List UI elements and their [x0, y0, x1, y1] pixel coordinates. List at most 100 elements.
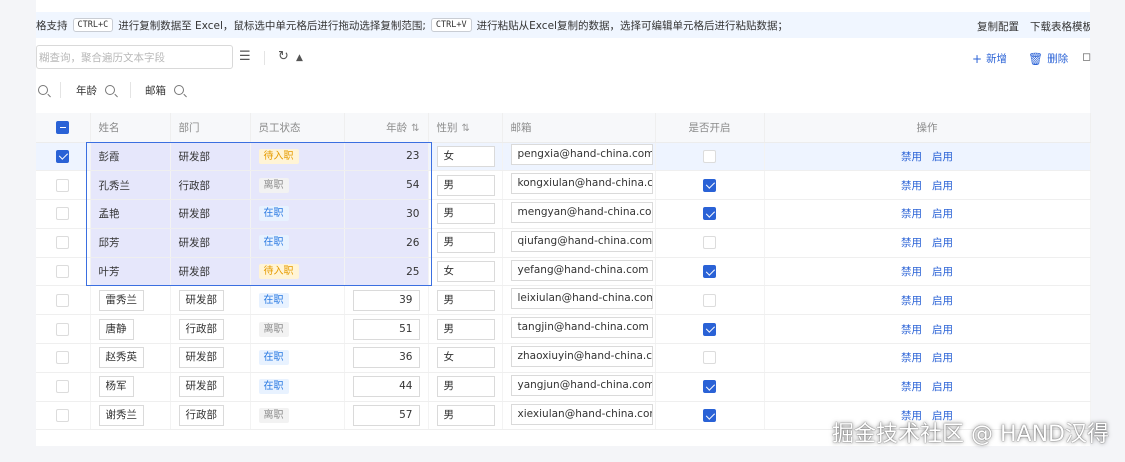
enable-button[interactable]: 启用: [932, 381, 953, 393]
row-checkbox[interactable]: [56, 178, 70, 192]
email-cell[interactable]: pengxia@hand-china.com: [502, 142, 656, 172]
enabled-cell[interactable]: [655, 343, 765, 373]
dept-cell[interactable]: 研发部: [170, 142, 251, 172]
table-row[interactable]: 邱芳 研发部 在职 26 男 qiufang@hand-china.com 禁用 启用: [36, 228, 1091, 258]
dept-cell[interactable]: 行政部: [170, 170, 251, 201]
dept-cell[interactable]: 行政部: [170, 314, 251, 345]
name-editor[interactable]: 谢秀兰: [98, 405, 144, 427]
enabled-cell[interactable]: [655, 142, 765, 172]
copy-config-link[interactable]: 复制配置: [977, 19, 1019, 34]
gender-editor[interactable]: 男: [436, 318, 495, 340]
age-cell[interactable]: 26: [344, 228, 429, 258]
row-select-cell[interactable]: [36, 343, 91, 373]
enabled-cell[interactable]: [655, 199, 765, 229]
gender-editor[interactable]: 男: [436, 232, 495, 254]
row-checkbox[interactable]: [56, 380, 70, 394]
name-editor[interactable]: 赵秀英: [98, 347, 144, 369]
col-age[interactable]: 年龄 ⇅: [344, 113, 429, 143]
enabled-checkbox[interactable]: [703, 351, 716, 365]
dept-editor[interactable]: 研发部: [178, 347, 224, 369]
age-editor[interactable]: 36: [352, 347, 420, 369]
name-editor[interactable]: 唐静: [98, 318, 134, 340]
age-cell[interactable]: 44: [344, 372, 429, 402]
table-row[interactable]: 彭霞 研发部 待入职 23 女 pengxia@hand-china.com 禁用 启用: [36, 142, 1091, 172]
name-cell[interactable]: 叶芳: [90, 257, 171, 287]
age-editor[interactable]: 44: [352, 376, 420, 398]
gender-editor[interactable]: 男: [436, 289, 495, 311]
row-select-cell[interactable]: [36, 142, 91, 172]
email-cell[interactable]: qiufang@hand-china.com: [502, 228, 656, 258]
gender-cell[interactable]: 男: [428, 228, 503, 258]
status-cell[interactable]: 在职: [250, 343, 345, 373]
email-cell[interactable]: xiexiulan@hand-china.com: [502, 401, 656, 431]
enabled-cell[interactable]: [655, 170, 765, 201]
email-cell[interactable]: mengyan@hand-china.com: [502, 199, 656, 229]
filter-age[interactable]: 年龄: [76, 80, 115, 100]
status-cell[interactable]: 待入职: [250, 142, 345, 172]
disable-button[interactable]: 禁用: [901, 295, 922, 307]
gender-editor[interactable]: 男: [436, 376, 495, 398]
gender-editor[interactable]: 女: [436, 145, 495, 167]
delete-button[interactable]: 🗑 删除: [1028, 51, 1068, 66]
enabled-cell[interactable]: [655, 372, 765, 402]
age-cell[interactable]: 54: [344, 170, 429, 201]
enable-button[interactable]: 启用: [932, 352, 953, 364]
enabled-checkbox[interactable]: [703, 207, 716, 221]
row-checkbox[interactable]: [56, 207, 70, 221]
enabled-checkbox[interactable]: [703, 322, 716, 336]
row-checkbox[interactable]: [56, 265, 70, 279]
filter-email[interactable]: 邮箱: [145, 80, 184, 100]
disable-button[interactable]: 禁用: [901, 237, 922, 249]
table-row[interactable]: 赵秀英 研发部 在职 36 女 zhaoxiuyin@hand-china.com 禁用启用: [36, 343, 1091, 373]
enable-button[interactable]: 启用: [932, 266, 953, 278]
dept-cell[interactable]: 研发部: [170, 228, 251, 258]
email-cell[interactable]: leixiulan@hand-china.com: [502, 285, 656, 316]
email-editor[interactable]: yefang@hand-china.com: [510, 259, 653, 281]
age-cell[interactable]: 39: [344, 285, 429, 316]
row-select-cell[interactable]: [36, 170, 91, 201]
enable-button[interactable]: 启用: [932, 237, 953, 249]
enabled-cell[interactable]: [655, 228, 765, 258]
table-row[interactable]: 杨军 研发部 在职 44 男 yangjun@hand-china.com 禁用 启用: [36, 372, 1091, 402]
name-cell[interactable]: 杨军: [90, 372, 171, 402]
email-editor[interactable]: zhaoxiuyin@hand-china.com: [510, 345, 653, 367]
email-editor[interactable]: pengxia@hand-china.com: [510, 144, 653, 166]
name-cell[interactable]: 孔秀兰: [90, 170, 171, 201]
status-cell[interactable]: 离职: [250, 401, 345, 431]
dept-cell[interactable]: 研发部: [170, 372, 251, 402]
gender-cell[interactable]: 男: [428, 170, 503, 201]
age-cell[interactable]: 25: [344, 257, 429, 287]
col-gender[interactable]: 性别 ⇅: [428, 113, 503, 143]
disable-button[interactable]: 禁用: [901, 208, 922, 220]
age-cell[interactable]: 51: [344, 314, 429, 345]
name-cell[interactable]: 雷秀兰: [90, 285, 171, 316]
enabled-cell[interactable]: [655, 285, 765, 316]
table-row[interactable]: 唐静 行政部 离职 51 男 tangjin@hand-china.com 禁用 启用: [36, 314, 1091, 345]
age-cell[interactable]: 57: [344, 401, 429, 431]
select-all-checkbox[interactable]: [56, 120, 70, 134]
enabled-cell[interactable]: [655, 401, 765, 431]
dept-cell[interactable]: 研发部: [170, 343, 251, 373]
row-select-cell[interactable]: [36, 372, 91, 402]
email-editor[interactable]: qiufang@hand-china.com: [510, 230, 653, 252]
enabled-checkbox[interactable]: [703, 293, 716, 307]
enable-button[interactable]: 启用: [932, 295, 953, 307]
download-template-link[interactable]: 下载表格模板: [1030, 19, 1090, 34]
name-cell[interactable]: 赵秀英: [90, 343, 171, 373]
age-cell[interactable]: 36: [344, 343, 429, 373]
enable-button[interactable]: 启用: [932, 151, 953, 163]
enabled-checkbox[interactable]: [703, 380, 716, 394]
status-cell[interactable]: 离职: [250, 170, 345, 201]
name-cell[interactable]: 孟艳: [90, 199, 171, 229]
collapse-caret-icon[interactable]: ▲: [296, 51, 303, 65]
dept-cell[interactable]: 研发部: [170, 285, 251, 316]
enable-button[interactable]: 启用: [932, 324, 953, 336]
more-tool-icon[interactable]: ◻: [1082, 50, 1091, 64]
email-cell[interactable]: yangjun@hand-china.com: [502, 372, 656, 402]
dept-editor[interactable]: 行政部: [178, 405, 224, 427]
sort-icon[interactable]: ⇅: [411, 123, 419, 134]
row-select-cell[interactable]: [36, 199, 91, 229]
gender-cell[interactable]: 女: [428, 343, 503, 373]
row-checkbox[interactable]: [56, 351, 70, 365]
gender-editor[interactable]: 男: [436, 405, 495, 427]
